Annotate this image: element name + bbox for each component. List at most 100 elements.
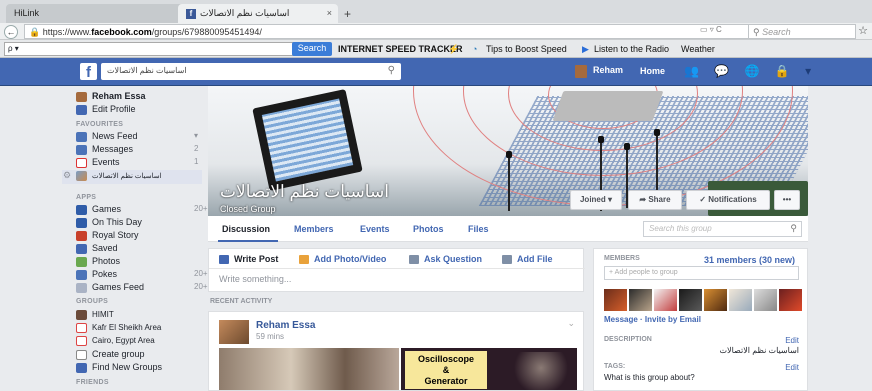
add-people-input[interactable]: + Add people to group [604, 266, 799, 280]
home-link[interactable]: Home [640, 66, 665, 76]
tab-events[interactable]: Events [360, 224, 390, 234]
avatar[interactable] [219, 320, 249, 344]
sidebar-item-label: Reham Essa [92, 91, 146, 101]
sidebar-item-on-this-day[interactable]: On This Day [76, 217, 142, 230]
sidebar-item-edit-profile[interactable]: Edit Profile [76, 104, 136, 117]
sidebar-item-label: Saved [92, 243, 118, 253]
sidebar-item-label: Find New Groups [92, 362, 163, 372]
search-icon[interactable]: ⚲ [790, 223, 797, 234]
member-avatar[interactable] [629, 289, 652, 311]
member-avatar[interactable] [729, 289, 752, 311]
speed-tracker-link[interactable]: INTERNET SPEED TRACKER [338, 44, 463, 54]
bookmark-icon [76, 243, 87, 254]
add-photo-tab[interactable]: Add Photo/Video [299, 254, 387, 265]
web-search-input[interactable]: ⚲ Search [748, 24, 856, 39]
sidebar-item-photos[interactable]: Photos [76, 256, 120, 269]
member-avatar[interactable] [754, 289, 777, 311]
member-avatar[interactable] [654, 289, 677, 311]
facebook-search-input[interactable]: اساسيات نظم الاتصالات ⚲ [101, 63, 401, 80]
new-tab-button[interactable]: + [344, 7, 351, 21]
sidebar-item-news-feed[interactable]: News Feed ▾ [76, 131, 198, 144]
post-image[interactable]: Oscilloscope & Generator [401, 348, 577, 390]
share-button[interactable]: ➦ Share [628, 190, 682, 210]
url-path: /groups/679880095451494/ [151, 27, 262, 37]
count-badge: 20+ [194, 204, 208, 213]
url-field[interactable]: 🔒 https://www.facebook.com/groups/679880… [24, 24, 814, 39]
people-photo [511, 352, 571, 390]
sidebar-item-label: Cairo, Egypt Area [92, 336, 155, 346]
tab-files[interactable]: Files [468, 224, 489, 234]
sidebar-item-events[interactable]: Events 1 [76, 157, 198, 170]
post-timestamp[interactable]: 59 mins [256, 332, 284, 341]
add-photo-label: Add Photo/Video [314, 254, 387, 264]
joined-button[interactable]: Joined ▾ [570, 190, 622, 210]
sidebar-item-group[interactable]: ⚙ اساسيات نظم الاتصالات [62, 170, 202, 184]
browser-tab-hilink[interactable]: HiLink × [6, 4, 194, 23]
message-invite-link[interactable]: Message · Invite by Email [604, 315, 701, 324]
tab-discussion[interactable]: Discussion [222, 224, 270, 234]
weather-link[interactable]: Weather [681, 44, 715, 54]
reload-icon[interactable]: ▭ ▿ C [700, 25, 722, 34]
member-avatar[interactable] [779, 289, 802, 311]
sidebar-item-games-feed[interactable]: Games Feed 20+ [76, 282, 208, 295]
radio-link[interactable]: Listen to the Radio [594, 44, 669, 54]
member-avatar[interactable] [604, 289, 627, 311]
sidebar-item-royal-story[interactable]: Royal Story [76, 230, 139, 243]
back-button[interactable]: ← [4, 25, 18, 39]
sidebar-item-pokes[interactable]: Pokes 20+ [76, 269, 208, 282]
sidebar-item-games[interactable]: Games 20+ [76, 204, 208, 217]
chevron-down-icon[interactable]: ⌄ [567, 318, 575, 329]
close-icon[interactable]: × [327, 8, 332, 18]
group-title: اساسيات نظم الاتصالات [220, 182, 389, 201]
calendar-icon [76, 157, 87, 168]
tab-photos[interactable]: Photos [413, 224, 444, 234]
sidebar-item-saved[interactable]: Saved [76, 243, 118, 256]
write-post-tab[interactable]: Write Post [219, 254, 278, 265]
sidebar-item-label: News Feed [92, 131, 138, 141]
games-feed-icon [76, 282, 87, 293]
group-icon [76, 310, 87, 320]
sidebar-item-profile[interactable]: Reham Essa [76, 91, 146, 104]
chevron-down-icon[interactable]: ▾ [194, 131, 198, 140]
toolbar-search-button[interactable]: Search [292, 42, 332, 56]
add-file-tab[interactable]: Add File [502, 254, 553, 265]
tags-edit-link[interactable]: Edit [785, 363, 799, 372]
member-avatar[interactable] [704, 289, 727, 311]
description-edit-link[interactable]: Edit [785, 336, 799, 345]
tips-link[interactable]: Tips to Boost Speed [486, 44, 567, 54]
post-author[interactable]: Reham Essa [256, 320, 315, 331]
avatar[interactable] [575, 65, 587, 78]
groups-heading: GROUPS [76, 298, 109, 305]
member-avatar[interactable] [679, 289, 702, 311]
sidebar-item-himit[interactable]: HIMIT [76, 310, 114, 323]
plus-icon [76, 349, 87, 360]
ask-question-tab[interactable]: Ask Question [409, 254, 482, 265]
play-icon: ▶ [582, 44, 589, 54]
facebook-logo-icon[interactable]: f [80, 63, 97, 81]
post-input[interactable]: Write something... [219, 274, 291, 284]
sidebar-item-messages[interactable]: Messages 2 [76, 144, 198, 157]
antenna [506, 151, 512, 211]
browser-tab-facebook[interactable]: f اساسيات نظم الاتصالات × [178, 4, 338, 23]
count-badge: 2 [194, 144, 199, 153]
facebook-top-bar: f اساسيات نظم الاتصالات ⚲ Reham Home 👥 💬… [0, 58, 872, 86]
sidebar-item-cairo[interactable]: Cairo, Egypt Area [76, 336, 155, 349]
create-group-link[interactable]: Create group [76, 349, 145, 362]
group-search-input[interactable]: Search this group ⚲ [643, 221, 802, 237]
search-icon[interactable]: ⚲ [388, 65, 395, 76]
sidebar-item-kafr-el-sheikh[interactable]: Kafr El Sheikh Area [76, 323, 161, 336]
members-count-link[interactable]: 31 members (30 new) [704, 255, 795, 265]
toolbar-search-input[interactable]: ρ ▾ [4, 42, 294, 56]
bookmark-star-icon[interactable]: ☆ [858, 24, 868, 37]
notifications-button[interactable]: ✓ Notifications [686, 190, 770, 210]
find-groups-link[interactable]: Find New Groups [76, 362, 162, 375]
notification-icons[interactable]: 👥 💬 🌐 🔒 ▾ [684, 64, 817, 78]
group-cover-photo: اساسيات نظم الاتصالات Closed Group Joine… [208, 86, 808, 216]
photo-icon [299, 255, 309, 265]
tab-label: اساسيات نظم الاتصالات [200, 8, 290, 18]
tab-members[interactable]: Members [294, 224, 334, 234]
profile-link[interactable]: Reham [593, 65, 623, 75]
settings-icon: ⚙ [63, 170, 72, 180]
more-button[interactable]: ••• [774, 190, 800, 210]
post-image[interactable] [219, 348, 399, 390]
